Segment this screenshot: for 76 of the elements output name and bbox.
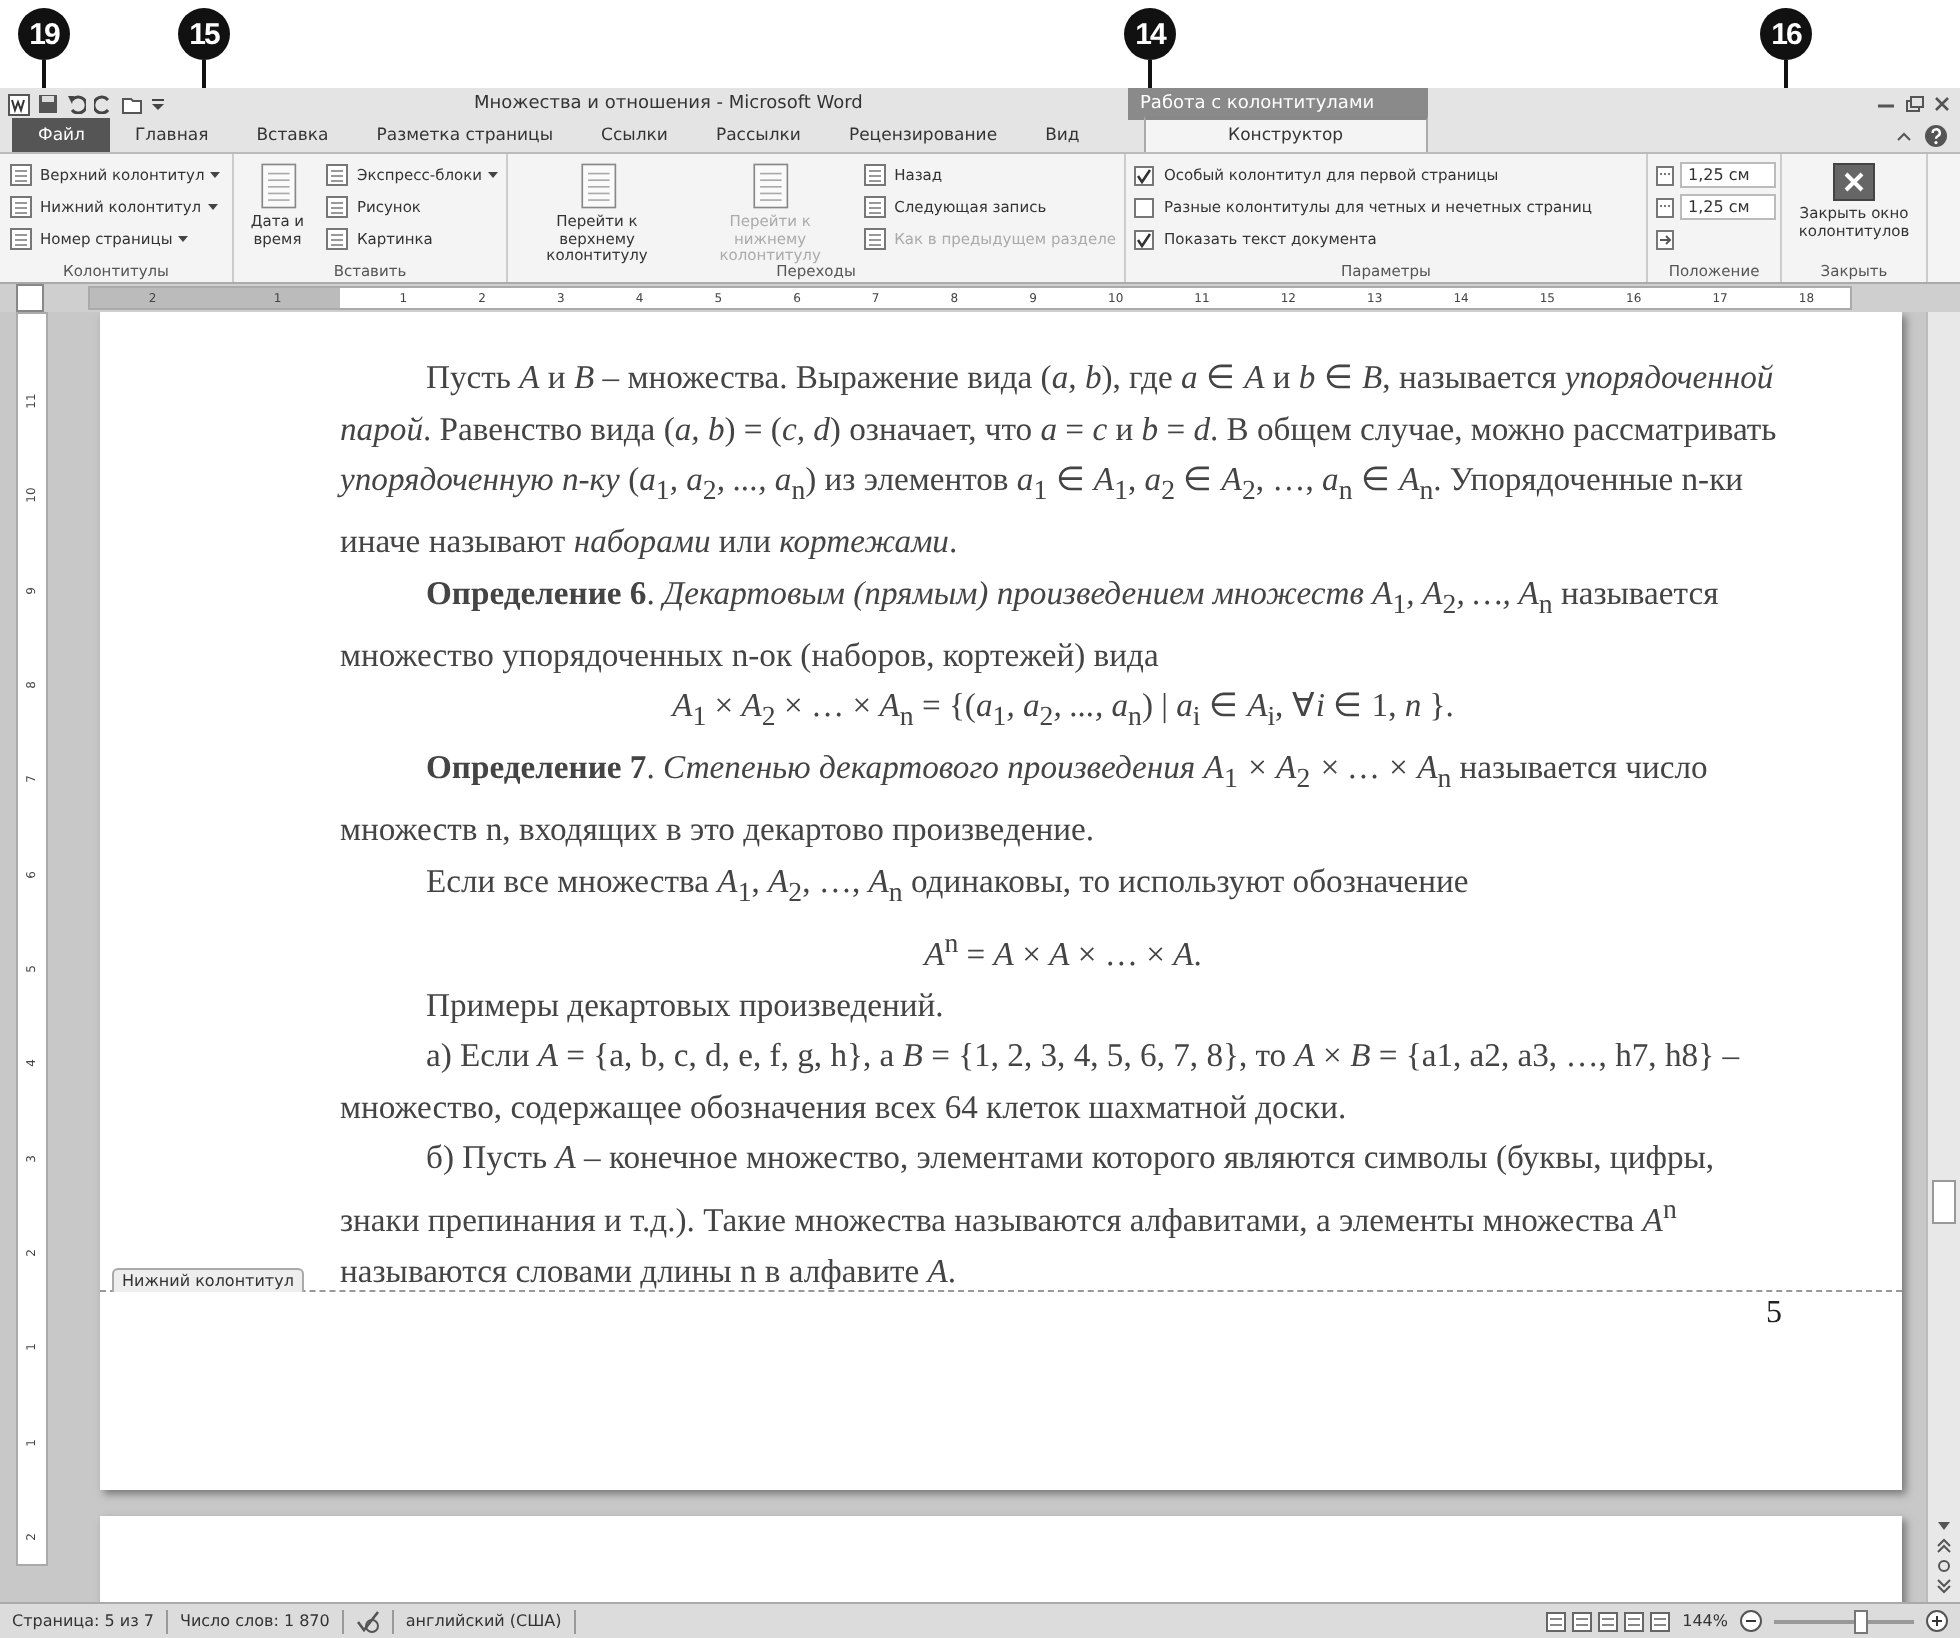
view-mode-icon[interactable] bbox=[1546, 1611, 1567, 1631]
leader-line bbox=[1148, 60, 1152, 88]
language[interactable]: английский (США) bbox=[405, 1612, 562, 1630]
file-tab[interactable]: Файл bbox=[12, 118, 111, 152]
page-icon bbox=[324, 226, 351, 252]
view-mode-icon[interactable] bbox=[1598, 1611, 1619, 1631]
paragraph: Определение 7. Степенью декартового произведения A$_{1}$ × A$_{2}$ × … × A$_{n}$ называется число множеств n, входящих в это декартово произведение. bbox=[340, 746, 1710, 852]
ribbon-tab[interactable]: Ссылки bbox=[577, 118, 692, 152]
callout-number: 14 bbox=[1124, 8, 1176, 60]
zoom-out-icon[interactable] bbox=[1740, 1610, 1762, 1632]
ribbon-tab[interactable]: Вставка bbox=[232, 118, 353, 152]
undo-icon[interactable] bbox=[66, 94, 86, 114]
save-icon[interactable] bbox=[38, 94, 58, 114]
page-count[interactable]: Страница: 5 из 7 bbox=[12, 1612, 154, 1630]
zoom-in-icon[interactable] bbox=[1926, 1610, 1948, 1632]
spin-field[interactable]: 1,25 см bbox=[1680, 194, 1776, 220]
formula: A$_{1}$ × A$_{2}$ × … × A$_{n}$ = {(a$_{1}$, a$_{2}$, ..., a$_{n}$) | a$_{i}$ ∈ A$_{i}$, ∀i ∈ 1, n }. bbox=[668, 684, 1456, 735]
scrollbar-thumb[interactable] bbox=[1932, 1180, 1956, 1224]
callout-number: 16 bbox=[1760, 8, 1812, 60]
spellcheck-icon[interactable] bbox=[355, 1609, 380, 1633]
collapse-ribbon-icon[interactable] bbox=[1896, 128, 1912, 144]
footer-label: Нижний колонтитул bbox=[112, 1268, 304, 1292]
page-icon bbox=[862, 194, 889, 220]
spin-field[interactable]: 1,25 см bbox=[1680, 162, 1776, 188]
window-title: Множества и отношения - Microsoft Word bbox=[474, 94, 863, 114]
page-icon bbox=[324, 194, 351, 220]
help-icon[interactable] bbox=[1924, 124, 1948, 148]
restore-icon[interactable] bbox=[1904, 94, 1924, 114]
margin-icon bbox=[1656, 197, 1676, 217]
checkbox[interactable] bbox=[1134, 229, 1154, 249]
leader-line bbox=[202, 60, 206, 88]
leader-line bbox=[1784, 60, 1788, 88]
callout-number: 19 bbox=[18, 8, 70, 60]
align-tab-icon[interactable] bbox=[1656, 229, 1676, 249]
margin-icon bbox=[1656, 165, 1676, 185]
view-mode-icon[interactable] bbox=[1650, 1611, 1671, 1631]
paragraph: а) Если A = {a, b, c, d, e, f, g, h}, а B = {1, 2, 3, 4, 5, 6, 7, 8}, то A × B = {a1, a2, a3, …, h7, h8} – множество, содержащее обозначения всех 64 клеток шахматной доски. bbox=[340, 1034, 1742, 1130]
context-tab-group: Работа с колонтитулами bbox=[1140, 94, 1375, 114]
ribbon-tab[interactable]: Разметка страницы bbox=[352, 118, 578, 152]
checkbox[interactable] bbox=[1134, 165, 1154, 185]
zoom-level[interactable]: 144% bbox=[1682, 1612, 1728, 1630]
page-icon bbox=[324, 162, 351, 188]
page-icon bbox=[862, 226, 889, 252]
redo-icon[interactable] bbox=[94, 94, 114, 114]
previous-page-icon[interactable] bbox=[1936, 1538, 1952, 1554]
checkbox[interactable] bbox=[1134, 197, 1154, 217]
word-count[interactable]: Число слов: 1 870 bbox=[179, 1612, 330, 1630]
paragraph: Примеры декартовых произведений. bbox=[424, 983, 946, 1028]
paragraph: б) Пусть A – конечное множество, элементами которого являются символы (буквы, цифры, знаки препинания и т.д.). Такие множества называются алфавитами, а элементы множества A$^{n}$ называются словами длины n в алфавите A. bbox=[340, 1136, 1717, 1295]
tab-selector[interactable] bbox=[16, 284, 44, 312]
zoom-slider-thumb[interactable] bbox=[1854, 1609, 1869, 1633]
dropdown-icon[interactable] bbox=[150, 96, 166, 112]
paragraph: Пусть A и B – множества. Выражение вида (a, b), где a ∈ A и b ∈ B, называется упорядоченной парой. Равенство вида (a, b) = (c, d) означает, что a = c и b = d. В общем случае, можно рассматривать упорядоченную n-ку (a$_{1}$, a$_{2}$, ..., a$_{n}$) из элементов a$_{1}$ ∈ A$_{1}$, a$_{2}$ ∈ A$_{2}$, …, a$_{n}$ ∈ A$_{n}$. Упорядоченные n-ки иначе называют наборами или кортежами. bbox=[340, 356, 1779, 565]
close-icon[interactable] bbox=[1932, 94, 1952, 114]
ribbon-tab[interactable]: Главная bbox=[110, 118, 233, 152]
formula: A$^{n}$ = A × A × … × A. bbox=[920, 925, 1204, 977]
ribbon-tab[interactable]: Рецензирование bbox=[824, 118, 1022, 152]
ribbon-tab[interactable]: Рассылки bbox=[691, 118, 825, 152]
leader-line bbox=[42, 60, 46, 88]
view-mode-icon[interactable] bbox=[1624, 1611, 1645, 1631]
page-icon bbox=[8, 194, 34, 220]
scroll-down-icon[interactable] bbox=[1936, 1518, 1952, 1534]
paragraph: Если все множества A$_{1}$, A$_{2}$, …, A$_{n}$ одинаковы, то используют обозначение bbox=[424, 859, 1471, 910]
word-logo-icon[interactable] bbox=[8, 93, 30, 115]
close-icon bbox=[1832, 162, 1876, 202]
page-icon bbox=[8, 226, 34, 252]
page-icon bbox=[862, 162, 889, 188]
callout-number: 15 bbox=[178, 8, 230, 60]
next-page-icon[interactable] bbox=[1936, 1578, 1952, 1594]
browse-object-icon[interactable] bbox=[1936, 1558, 1952, 1574]
view-mode-icon[interactable] bbox=[1572, 1611, 1593, 1631]
ribbon-tab[interactable]: Вид bbox=[1021, 118, 1104, 152]
page-icon bbox=[8, 162, 34, 188]
page-number: 5 bbox=[1766, 1296, 1782, 1330]
folder-icon[interactable] bbox=[122, 94, 142, 114]
ribbon-tab[interactable]: Конструктор bbox=[1143, 116, 1428, 152]
